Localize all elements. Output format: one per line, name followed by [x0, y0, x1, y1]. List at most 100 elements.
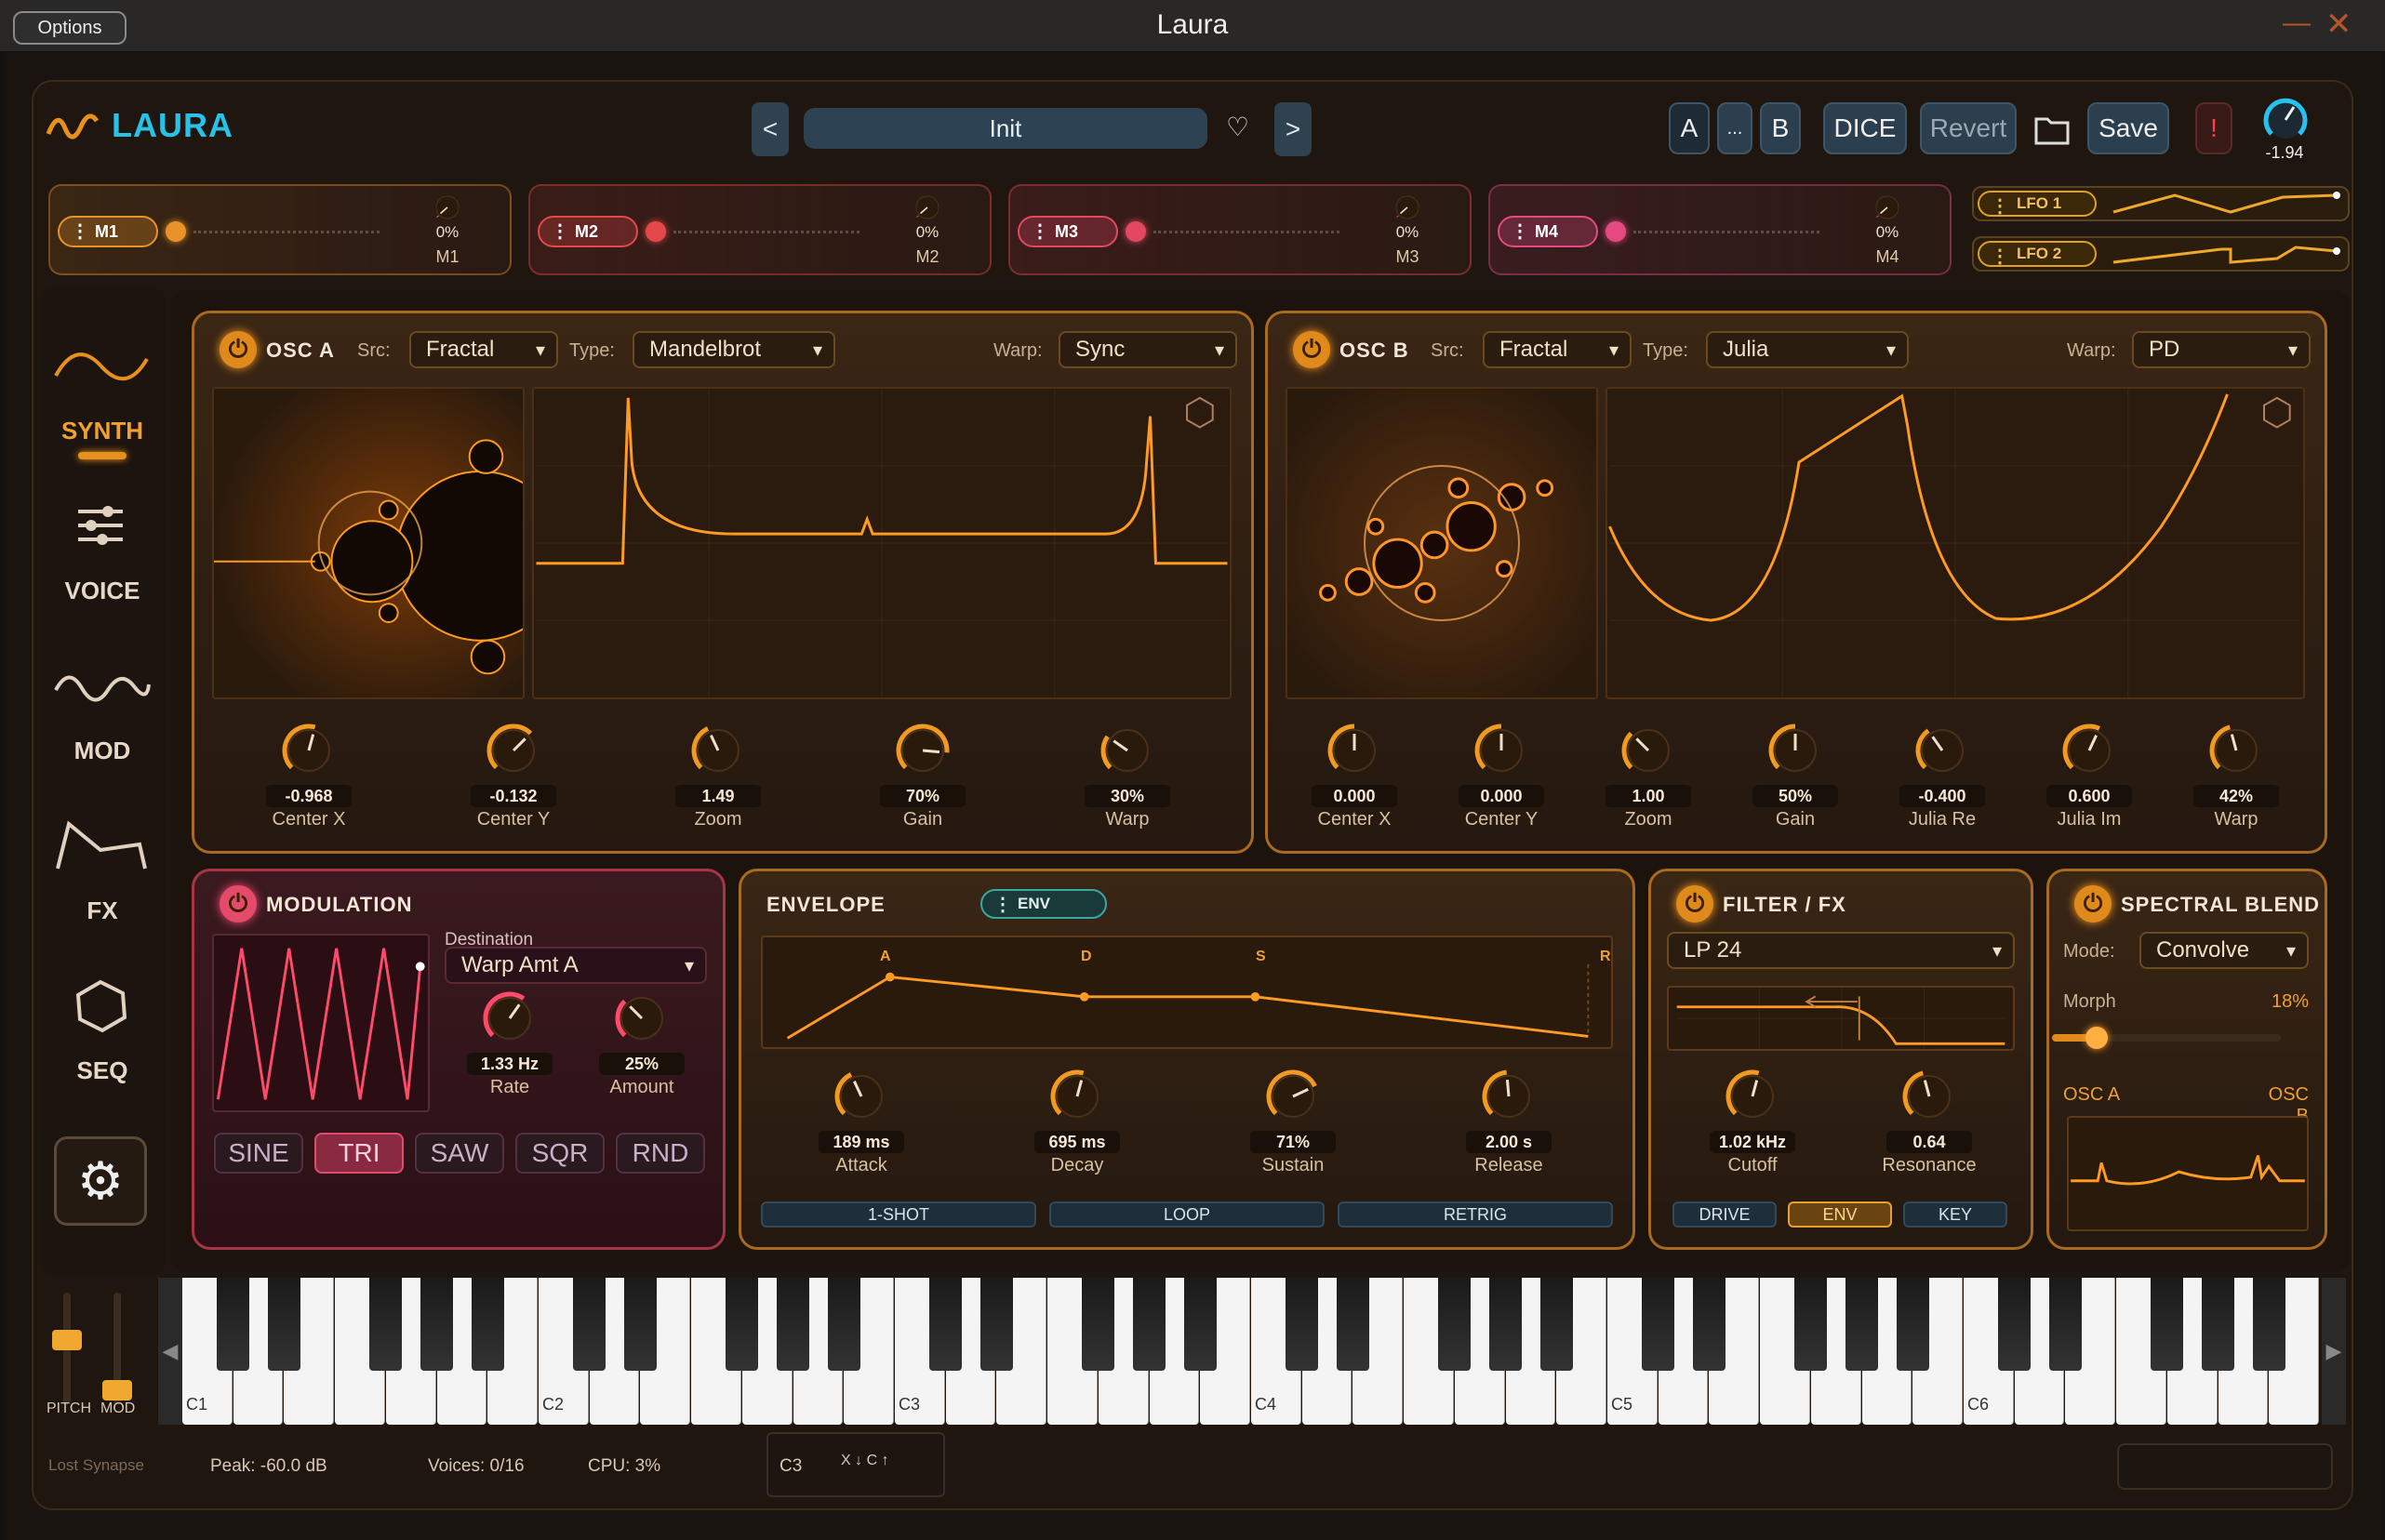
osc-b-knob-6-knob[interactable]: [2207, 722, 2265, 779]
settings-gear-icon[interactable]: ⚙: [54, 1136, 147, 1226]
seq-polygon-icon[interactable]: [73, 978, 128, 1034]
osc-a-type-select[interactable]: Mandelbrot: [633, 331, 835, 368]
black-key[interactable]: [420, 1278, 454, 1371]
drag-handle-icon[interactable]: ⋮: [551, 219, 569, 243]
osc-a-knob-2-knob[interactable]: [689, 722, 747, 779]
osc-b-src-select[interactable]: Fractal: [1483, 331, 1632, 368]
black-key[interactable]: [267, 1278, 300, 1371]
filter-cutoff-knob[interactable]: [1724, 1068, 1781, 1125]
osc-b-knob-4-knob[interactable]: [1913, 722, 1971, 779]
drag-handle-icon[interactable]: ⋮: [1511, 219, 1529, 243]
black-key[interactable]: [217, 1278, 250, 1371]
black-key[interactable]: [1845, 1278, 1879, 1371]
osc-b-fractal-display[interactable]: [1286, 387, 1598, 699]
mod-destination-select[interactable]: Warp Amt A: [445, 947, 707, 984]
black-key[interactable]: [471, 1278, 504, 1371]
black-key[interactable]: [2151, 1278, 2184, 1371]
spectral-power-icon[interactable]: ⏻: [2074, 885, 2112, 923]
macro-1-track[interactable]: [193, 231, 380, 233]
black-key[interactable]: [979, 1278, 1013, 1371]
filter-power-icon[interactable]: ⏻: [1676, 885, 1713, 923]
filter-drive-button[interactable]: DRIVE: [1672, 1201, 1777, 1228]
wave-rnd-button[interactable]: RND: [616, 1133, 705, 1174]
macro-3-label[interactable]: M3 ⋮: [1018, 216, 1118, 247]
drag-handle-icon[interactable]: ⋮: [993, 893, 1012, 916]
black-key[interactable]: [1082, 1278, 1115, 1371]
revert-button[interactable]: Revert: [1920, 102, 2017, 154]
minimize-icon[interactable]: —: [2283, 7, 2311, 39]
next-preset-button[interactable]: >: [1274, 102, 1312, 156]
filter-type-select[interactable]: LP 24: [1667, 932, 2015, 969]
macro-2-handle[interactable]: [646, 221, 666, 242]
osc-b-knob-0-knob[interactable]: [1326, 722, 1383, 779]
osc-b-waveform-display[interactable]: [1606, 387, 2305, 699]
black-key[interactable]: [1183, 1278, 1217, 1371]
osc-b-knob-2-knob[interactable]: [1619, 722, 1677, 779]
black-key[interactable]: [573, 1278, 606, 1371]
macro-4-handle[interactable]: [1606, 221, 1626, 242]
black-key[interactable]: [2048, 1278, 2082, 1371]
macro-2-knob[interactable]: [912, 192, 943, 223]
macro-1-label[interactable]: M1 ⋮: [58, 216, 158, 247]
sidebar-item-voice[interactable]: VOICE: [41, 577, 164, 605]
drag-handle-icon[interactable]: ⋮: [1991, 245, 2009, 268]
macro-4-label[interactable]: M4 ⋮: [1498, 216, 1598, 247]
osc-a-knob-3-knob[interactable]: [894, 722, 952, 779]
osc-a-knob-1-knob[interactable]: [485, 722, 542, 779]
fx-envelope-icon[interactable]: [54, 818, 147, 874]
drag-handle-icon[interactable]: ⋮: [1031, 219, 1049, 243]
black-key[interactable]: [1896, 1278, 1929, 1371]
macro-1-knob[interactable]: [432, 192, 463, 223]
mod-wave-icon[interactable]: [52, 662, 151, 709]
spectral-mode-select[interactable]: Convolve: [2139, 932, 2309, 969]
master-volume-knob[interactable]: [2258, 93, 2312, 147]
osc-a-knob-0-knob[interactable]: [280, 722, 338, 779]
osc-a-power-icon[interactable]: ⏻: [220, 331, 257, 368]
voice-sliders-icon[interactable]: [73, 502, 128, 549]
folder-icon[interactable]: [2033, 110, 2071, 147]
macro-3-handle[interactable]: [1126, 221, 1146, 242]
black-key[interactable]: [2202, 1278, 2235, 1371]
wave-sqr-button[interactable]: SQR: [515, 1133, 605, 1174]
prev-preset-button[interactable]: <: [752, 102, 789, 156]
modulation-power-icon[interactable]: ⏻: [220, 885, 257, 923]
osc-b-power-icon[interactable]: ⏻: [1293, 331, 1330, 368]
env-mode-1-button[interactable]: LOOP: [1049, 1201, 1325, 1228]
drag-handle-icon[interactable]: ⋮: [71, 219, 89, 243]
sidebar-item-fx[interactable]: FX: [41, 896, 164, 925]
sidebar-item-seq[interactable]: SEQ: [41, 1056, 164, 1085]
osc-a-warp-select[interactable]: Sync: [1059, 331, 1237, 368]
osc-a-fractal-display[interactable]: [212, 387, 525, 699]
black-key[interactable]: [929, 1278, 963, 1371]
mod-amount-knob[interactable]: [613, 989, 671, 1047]
osc-b-knob-5-knob[interactable]: [2060, 722, 2118, 779]
mod-wheel-handle[interactable]: [102, 1380, 132, 1401]
pitch-wheel-handle[interactable]: [52, 1330, 82, 1350]
mod-lfo-display[interactable]: [212, 934, 430, 1112]
black-key[interactable]: [1438, 1278, 1472, 1371]
keyboard-scroll-right-icon[interactable]: ▶: [2322, 1278, 2346, 1425]
keyboard-scroll-left-icon[interactable]: ◀: [158, 1278, 182, 1425]
black-key[interactable]: [369, 1278, 403, 1371]
osc-b-knob-1-knob[interactable]: [1472, 722, 1530, 779]
black-key[interactable]: [726, 1278, 759, 1371]
filter-resonance-knob[interactable]: [1900, 1068, 1958, 1125]
lfo1-label[interactable]: LFO 1 ⋮: [1978, 191, 2097, 217]
env-knob-1-knob[interactable]: [1048, 1068, 1106, 1125]
sidebar-item-synth[interactable]: SYNTH: [41, 417, 164, 445]
slot-copy-button[interactable]: ...: [1717, 102, 1752, 154]
close-icon[interactable]: ✕: [2325, 6, 2352, 43]
filter-response-display[interactable]: [1667, 986, 2015, 1051]
macro-4-track[interactable]: [1633, 231, 1819, 233]
macro-3-knob[interactable]: [1392, 192, 1423, 223]
lfo2-label[interactable]: LFO 2 ⋮: [1978, 241, 2097, 267]
black-key[interactable]: [1642, 1278, 1675, 1371]
env-knob-2-knob[interactable]: [1264, 1068, 1322, 1125]
osc-b-type-select[interactable]: Julia: [1706, 331, 1909, 368]
env-knob-3-knob[interactable]: [1480, 1068, 1538, 1125]
osc-a-waveform-display[interactable]: [532, 387, 1232, 699]
spectral-display[interactable]: [2067, 1116, 2309, 1231]
slot-b-button[interactable]: B: [1760, 102, 1801, 154]
filter-env-button[interactable]: ENV: [1788, 1201, 1892, 1228]
wave-saw-button[interactable]: SAW: [415, 1133, 504, 1174]
